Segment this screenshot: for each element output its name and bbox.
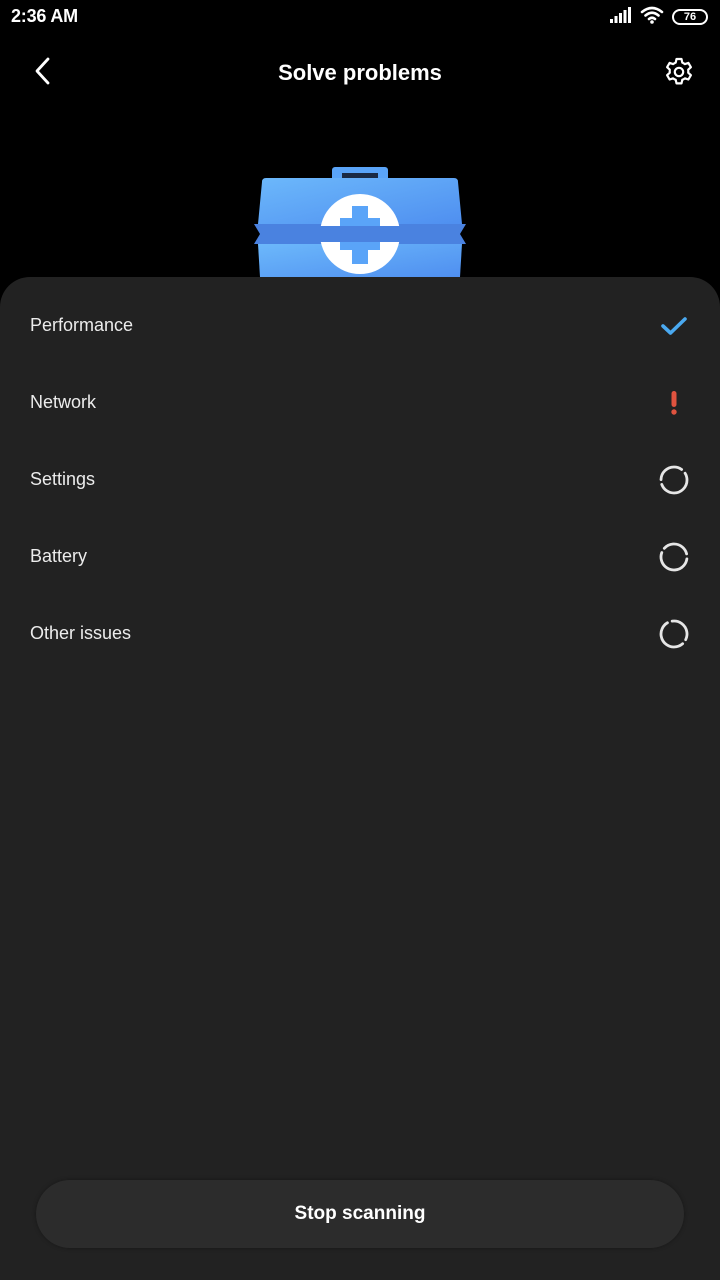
checkmark-icon xyxy=(658,310,690,342)
scan-item-label: Network xyxy=(30,392,97,412)
scan-item-label: Other issues xyxy=(30,623,132,643)
scan-list: Performance Network Settings Battery Oth… xyxy=(0,287,720,672)
scan-item-battery: Battery xyxy=(0,518,720,595)
scan-item-performance: Performance xyxy=(0,287,720,364)
scan-item-other-issues: Other issues xyxy=(0,595,720,672)
status-icons: 76 xyxy=(610,6,708,28)
page-title: Solve problems xyxy=(278,60,442,85)
header: Solve problems xyxy=(0,44,720,104)
scan-item-settings: Settings xyxy=(0,441,720,518)
status-bar: 2:36 AM 76 xyxy=(0,0,720,34)
scan-panel: Performance Network Settings Battery Oth… xyxy=(0,277,720,1280)
scan-item-network: Network xyxy=(0,364,720,441)
wifi-icon xyxy=(640,6,664,29)
exclamation-icon xyxy=(658,387,690,419)
battery-icon: 76 xyxy=(672,9,708,25)
scan-item-label: Settings xyxy=(30,469,96,489)
signal-icon xyxy=(610,6,632,28)
settings-button[interactable] xyxy=(662,56,696,90)
stop-scanning-button[interactable]: Stop scanning xyxy=(36,1180,684,1248)
status-time: 2:36 AM xyxy=(11,6,78,26)
toolbox-illustration xyxy=(250,162,470,282)
spinner-icon xyxy=(658,618,690,650)
scan-item-label: Battery xyxy=(30,546,88,566)
gear-icon xyxy=(663,55,695,92)
spinner-icon xyxy=(658,464,690,496)
spinner-icon xyxy=(658,541,690,573)
scan-item-label: Performance xyxy=(30,315,134,335)
